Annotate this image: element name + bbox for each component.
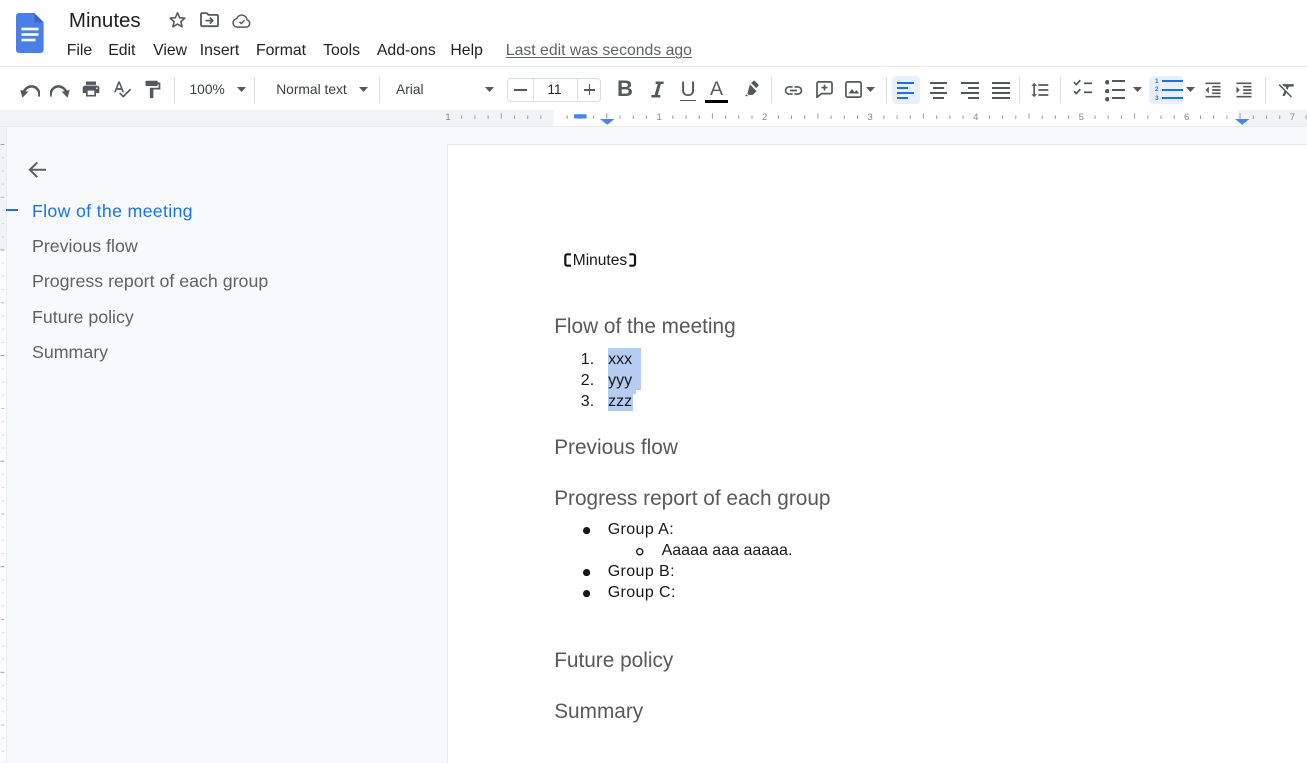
svg-text:7: 7 xyxy=(1290,112,1295,123)
svg-text:6: 6 xyxy=(1184,112,1189,123)
svg-text:2: 2 xyxy=(762,112,767,123)
svg-text:4: 4 xyxy=(973,112,978,123)
svg-text:1: 1 xyxy=(445,112,450,123)
svg-text:5: 5 xyxy=(1079,112,1084,123)
svg-text:3: 3 xyxy=(868,112,873,123)
svg-text:1: 1 xyxy=(656,112,661,123)
